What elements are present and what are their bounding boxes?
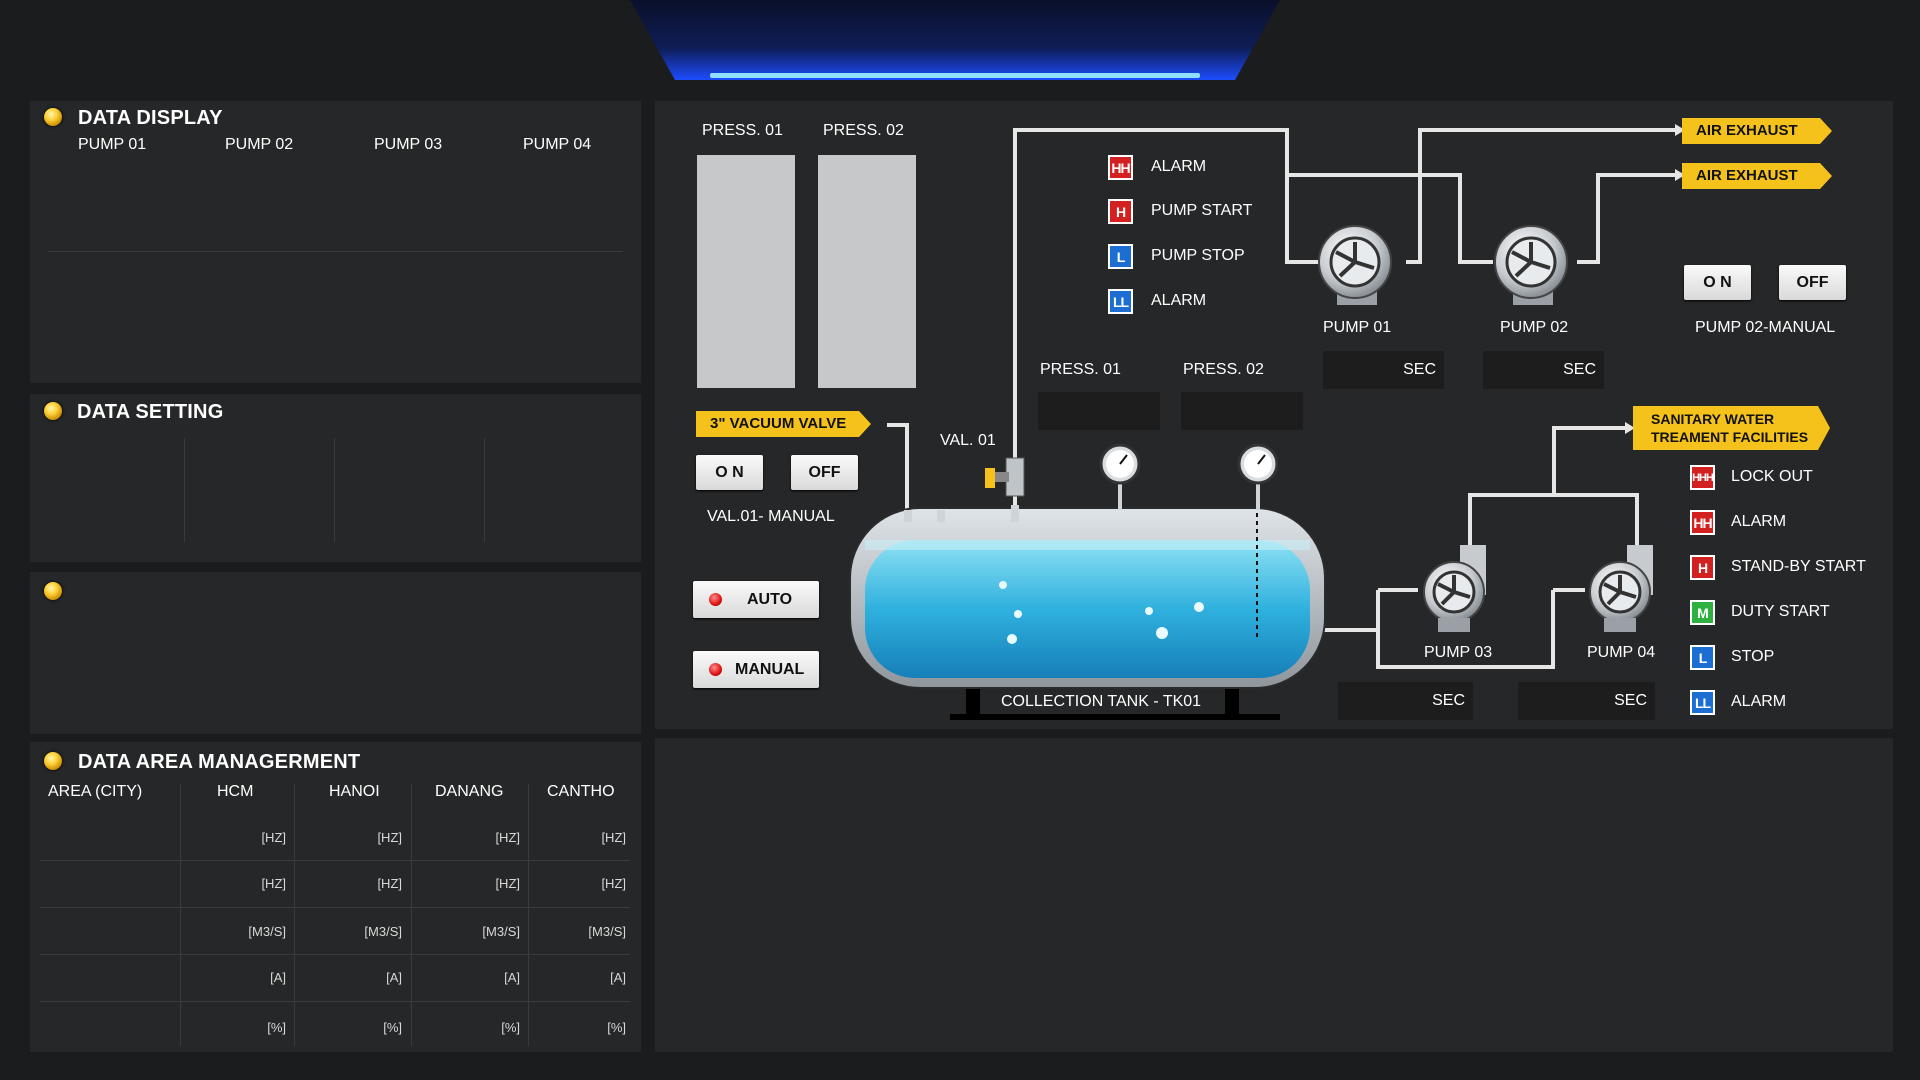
- hhh-lockout-icon: HHH: [1690, 465, 1715, 490]
- air-exhaust-tag-1: AIR EXHAUST: [1682, 118, 1832, 144]
- pump02-manual-label: PUMP 02-MANUAL: [1695, 319, 1836, 336]
- legend-label: STAND-BY START: [1731, 558, 1866, 575]
- pump-01-label: PUMP 01: [1323, 319, 1392, 336]
- pump-04-label: PUMP 04: [1587, 644, 1656, 661]
- pipe-arrows: [1625, 124, 1685, 434]
- valve-01-icon: [985, 457, 1025, 497]
- l-pump-stop-icon: L: [1108, 244, 1133, 269]
- vacuum-valve-tag: 3" VACUUM VALVE: [696, 411, 871, 437]
- pump-01-timer: SEC: [1323, 351, 1444, 389]
- valve-on-button[interactable]: O N: [696, 455, 763, 490]
- tank-press-value-02: [1181, 392, 1303, 430]
- air-exhaust-tag-2: AIR EXHAUST: [1682, 163, 1832, 189]
- pump-03-timer: SEC: [1338, 682, 1473, 720]
- press-bar-02: [818, 155, 916, 388]
- tank-press-label-02: PRESS. 02: [1183, 361, 1264, 378]
- press-bar-label-02: PRESS. 02: [823, 122, 904, 139]
- press-bar-label-01: PRESS. 01: [702, 122, 783, 139]
- legend-label: ALARM: [1151, 292, 1207, 309]
- mode-indicator-icon: [709, 663, 722, 676]
- manual-mode-button[interactable]: MANUAL: [693, 651, 819, 688]
- valve-manual-label: VAL.01- MANUAL: [707, 508, 835, 525]
- pump-01-icon: [1318, 225, 1392, 305]
- pressure-gauge-icon: [1099, 443, 1141, 510]
- mode-indicator-icon: [709, 593, 722, 606]
- ll-alarm-icon: LL: [1690, 690, 1715, 715]
- tag-arrow: [1818, 406, 1830, 450]
- legend-label: STOP: [1731, 648, 1775, 665]
- press-bar-01: [697, 155, 795, 388]
- pump-04-timer: SEC: [1518, 682, 1655, 720]
- h-pump-start-icon: H: [1108, 199, 1133, 224]
- legend-label: PUMP START: [1151, 202, 1253, 219]
- ll-alarm-icon: LL: [1108, 289, 1133, 314]
- hh-alarm-icon: HH: [1108, 155, 1133, 180]
- pump-04-icon: [1589, 545, 1653, 632]
- valve-01-label: VAL. 01: [940, 432, 996, 449]
- manual-label: MANUAL: [735, 661, 805, 678]
- collection-tank: [849, 505, 1326, 689]
- process-diagram: [849, 124, 1685, 720]
- tank-name-label: COLLECTION TANK - TK01: [1001, 693, 1202, 710]
- pump-02-icon: [1494, 225, 1568, 305]
- pressure-gauge-icon: [1237, 443, 1279, 510]
- legend-label: PUMP STOP: [1151, 247, 1245, 264]
- m-duty-start-icon: M: [1690, 600, 1715, 625]
- pump-03-icon: [1423, 545, 1486, 632]
- legend-label: LOCK OUT: [1731, 468, 1813, 485]
- pump02-on-button[interactable]: O N: [1684, 265, 1751, 300]
- legend-label: ALARM: [1731, 513, 1787, 530]
- l-stop-icon: L: [1690, 645, 1715, 670]
- legend-label: ALARM: [1151, 158, 1207, 175]
- pump-02-label: PUMP 02: [1500, 319, 1569, 336]
- h-standby-start-icon: H: [1690, 555, 1715, 580]
- legend-label: DUTY START: [1731, 603, 1830, 620]
- sanitary-line-2: TREAMENT FACILITIES: [1651, 429, 1809, 445]
- sanitary-line-1: SANITARY WATER: [1651, 411, 1775, 427]
- auto-mode-button[interactable]: AUTO: [693, 581, 819, 618]
- auto-label: AUTO: [747, 591, 793, 608]
- pump-03-label: PUMP 03: [1424, 644, 1493, 661]
- tank-press-value-01: [1038, 392, 1160, 430]
- legend-label: ALARM: [1731, 693, 1787, 710]
- valve-off-button[interactable]: OFF: [791, 455, 858, 490]
- sanitary-water-tag: SANITARY WATER TREAMENT FACILITIES: [1633, 406, 1830, 450]
- tank-press-label-01: PRESS. 01: [1040, 361, 1121, 378]
- hh-alarm-icon: HH: [1690, 510, 1715, 535]
- pump02-off-button[interactable]: OFF: [1779, 265, 1846, 300]
- pump-02-timer: SEC: [1483, 351, 1604, 389]
